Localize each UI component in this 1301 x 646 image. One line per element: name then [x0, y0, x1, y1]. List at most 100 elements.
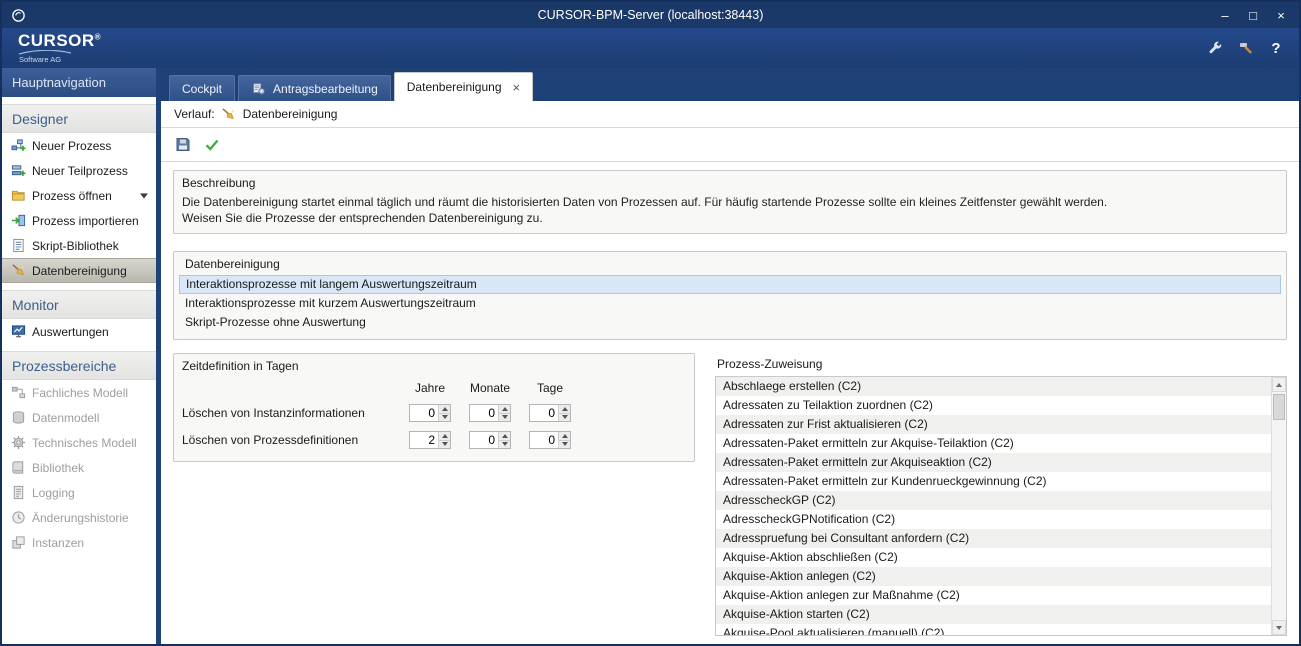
spinner-löschen-von-instanzinformationen-monate — [469, 404, 511, 422]
beschreibung-groupbox: Beschreibung Die Datenbereinigung starte… — [173, 170, 1287, 234]
sidebar-item-technisches-modell[interactable]: Technisches Modell — [2, 430, 156, 455]
tab-close-icon[interactable]: × — [513, 80, 521, 95]
scroll-down-button[interactable] — [1272, 620, 1286, 635]
sidebar-item-bibliothek[interactable]: Bibliothek — [2, 455, 156, 480]
zuweisung-list-item[interactable]: Akquise-Aktion abschließen (C2) — [716, 548, 1271, 567]
sidebar-item-datenbereinigung[interactable]: Datenbereinigung — [2, 258, 156, 283]
sidebar-item-neuer-teilprozess[interactable]: Neuer Teilprozess — [2, 158, 156, 183]
sidebar-item-änderungshistorie[interactable]: Änderungshistorie — [2, 505, 156, 530]
save-button[interactable] — [170, 132, 195, 157]
spinner-down-button[interactable] — [439, 414, 450, 422]
sidebar-sections: DesignerNeuer ProzessNeuer TeilprozessPr… — [2, 97, 156, 555]
tools-icon[interactable] — [1238, 40, 1254, 56]
zuweisung-list-item[interactable]: Adressaten zu Teilaktion zuordnen (C2) — [716, 396, 1271, 415]
spinner-down-button[interactable] — [439, 441, 450, 449]
maximize-button[interactable]: □ — [1243, 8, 1263, 23]
spinner-löschen-von-prozessdefinitionen-jahre — [409, 431, 451, 449]
zuweisung-list-item[interactable]: AdresscheckGPNotification (C2) — [716, 510, 1271, 529]
spinner-down-button[interactable] — [559, 441, 570, 449]
minimize-button[interactable]: – — [1215, 8, 1235, 23]
wrench-icon[interactable] — [1207, 40, 1223, 56]
zuweisung-list-item[interactable]: Adressaten-Paket ermitteln zur Kundenrue… — [716, 472, 1271, 491]
sidebar-item-prozess-öffnen[interactable]: Prozess öffnen — [2, 183, 156, 208]
cleanup-list-item[interactable]: Interaktionsprozesse mit langem Auswertu… — [179, 275, 1281, 294]
app-icon — [10, 7, 26, 23]
zuweisung-list-item[interactable]: Akquise-Aktion anlegen zur Maßnahme (C2) — [716, 586, 1271, 605]
zeitdefinition-title: Zeitdefinition in Tagen — [174, 354, 694, 377]
datamodel-icon — [10, 410, 26, 426]
library-icon — [10, 460, 26, 476]
close-button[interactable]: × — [1271, 8, 1291, 23]
beschreibung-text-line2: Weisen Sie die Prozesse der entsprechend… — [174, 210, 1286, 226]
spinner-up-button[interactable] — [499, 405, 510, 414]
sidebar-item-skript-bibliothek[interactable]: Skript-Bibliothek — [2, 233, 156, 258]
window-title: CURSOR-BPM-Server (localhost:38443) — [2, 8, 1299, 22]
tab-bar: Cockpit Antragsbearbeitung Datenbereinigun… — [161, 68, 1299, 101]
scroll-up-button[interactable] — [1272, 377, 1286, 392]
sidebar-item-instanzen[interactable]: Instanzen — [2, 530, 156, 555]
logging-icon — [10, 485, 26, 501]
app-header: CURSOR® Software AG ? — [2, 28, 1299, 68]
spinner-input[interactable] — [470, 432, 498, 448]
zuweisung-list-item[interactable]: AdresscheckGP (C2) — [716, 491, 1271, 510]
sidebar-item-label: Fachliches Modell — [32, 386, 128, 400]
sidebar-item-auswertungen[interactable]: Auswertungen — [2, 319, 156, 344]
spinner-up-button[interactable] — [439, 432, 450, 441]
zuweisung-list-item[interactable]: Adressaten-Paket ermitteln zur Akquise-T… — [716, 434, 1271, 453]
sidebar: Hauptnavigation DesignerNeuer ProzessNeu… — [2, 68, 156, 644]
new-process-icon — [10, 138, 26, 154]
sidebar-item-logging[interactable]: Logging — [2, 480, 156, 505]
sidebar-item-label: Logging — [32, 486, 75, 500]
validate-button[interactable] — [199, 132, 224, 157]
chevron-down-icon[interactable] — [140, 193, 148, 199]
spinner-input[interactable] — [410, 432, 438, 448]
sidebar-item-label: Datenbereinigung — [32, 264, 127, 278]
spinner-down-button[interactable] — [499, 441, 510, 449]
tab-cockpit[interactable]: Cockpit — [169, 75, 235, 101]
beschreibung-text-line1: Die Datenbereinigung startet einmal tägl… — [174, 194, 1286, 210]
spinner-down-button[interactable] — [559, 414, 570, 422]
zuweisung-list-item[interactable]: Adressaten-Paket ermitteln zur Akquiseak… — [716, 453, 1271, 472]
zuweisung-list-item[interactable]: Adresspruefung bei Consultant anfordern … — [716, 529, 1271, 548]
save-icon — [175, 137, 191, 153]
spinner-down-button[interactable] — [499, 414, 510, 422]
brand-subtitle: Software AG — [19, 56, 101, 64]
spinner-input[interactable] — [410, 405, 438, 421]
zuweisung-list-item[interactable]: Akquise-Aktion starten (C2) — [716, 605, 1271, 624]
spinner-up-button[interactable] — [559, 432, 570, 441]
tab-label: Antragsbearbeitung — [273, 82, 378, 96]
sidebar-item-label: Datenmodell — [32, 411, 99, 425]
sidebar-item-fachliches-modell[interactable]: Fachliches Modell — [2, 380, 156, 405]
sidebar-item-datenmodell[interactable]: Datenmodell — [2, 405, 156, 430]
spinner-up-button[interactable] — [559, 405, 570, 414]
history-icon — [10, 510, 26, 526]
zuweisung-list-item[interactable]: Akquise-Aktion anlegen (C2) — [716, 567, 1271, 586]
spinner-input[interactable] — [530, 405, 558, 421]
zuweisung-list-item[interactable]: Akquise-Pool aktualisieren (manuell) (C2… — [716, 624, 1271, 635]
breadcrumb-item[interactable]: Datenbereinigung — [243, 107, 338, 121]
scroll-thumb[interactable] — [1273, 394, 1285, 420]
prozess-zuweisung-title: Prozess-Zuweisung — [715, 353, 1287, 376]
zuweisung-scrollbar[interactable] — [1271, 377, 1286, 635]
cleanup-icon — [10, 263, 26, 279]
spinner-up-button[interactable] — [439, 405, 450, 414]
cleanup-list-item[interactable]: Interaktionsprozesse mit kurzem Auswertu… — [179, 294, 1281, 313]
spinner-up-button[interactable] — [499, 432, 510, 441]
prozess-zuweisung-panel: Prozess-Zuweisung Abschlaege erstellen (… — [715, 353, 1287, 636]
tab-datenbereinigung[interactable]: Datenbereinigung × — [394, 72, 533, 101]
tab-label: Datenbereinigung — [407, 80, 502, 94]
zuweisung-list: Abschlaege erstellen (C2)Adressaten zu T… — [716, 377, 1271, 635]
help-icon[interactable]: ? — [1269, 40, 1283, 57]
zuweisung-list-item[interactable]: Adressaten zur Frist aktualisieren (C2) — [716, 415, 1271, 434]
sidebar-item-label: Neuer Teilprozess — [32, 164, 128, 178]
tab-label: Cockpit — [182, 82, 222, 96]
spinner-input[interactable] — [470, 405, 498, 421]
tab-antragsbearbeitung[interactable]: Antragsbearbeitung — [238, 75, 391, 101]
zeit-column-header: Monate — [460, 381, 520, 395]
cleanup-list-item[interactable]: Skript-Prozesse ohne Auswertung — [179, 313, 1281, 332]
sidebar-item-neuer-prozess[interactable]: Neuer Prozess — [2, 133, 156, 158]
sidebar-item-prozess-importieren[interactable]: Prozess importieren — [2, 208, 156, 233]
datenbereinigung-groupbox: Datenbereinigung Interaktionsprozesse mi… — [173, 251, 1287, 340]
spinner-input[interactable] — [530, 432, 558, 448]
zuweisung-list-item[interactable]: Abschlaege erstellen (C2) — [716, 377, 1271, 396]
